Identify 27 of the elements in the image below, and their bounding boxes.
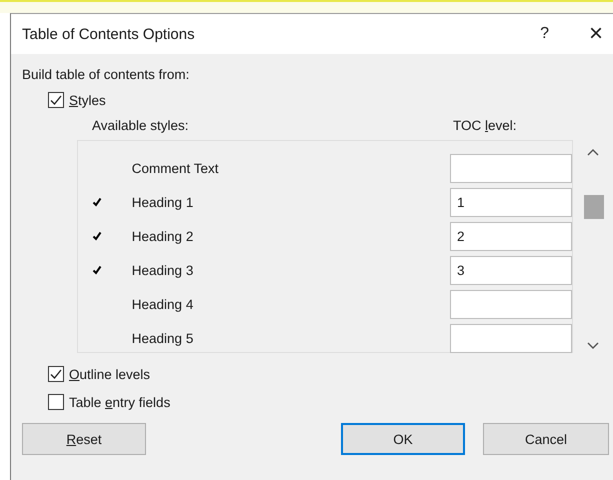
toc-level-field[interactable]: 1 — [450, 188, 572, 216]
column-header: Available styles: — [92, 118, 190, 135]
toc-level-field[interactable] — [450, 324, 572, 352]
scroll-thumb[interactable] — [584, 195, 604, 219]
style-name[interactable]: Heading 4 — [132, 296, 450, 312]
style-name[interactable]: Comment Text — [132, 160, 450, 176]
window-title: Table of Contents Options — [22, 26, 196, 42]
dialog-button[interactable]: Reset — [22, 423, 146, 455]
dialog-button[interactable]: OK — [341, 423, 465, 455]
styles-checkbox[interactable]: Styles — [48, 90, 613, 110]
toc-level-field[interactable]: 2 — [450, 222, 572, 250]
section-label: Build table of contents from: — [22, 66, 190, 84]
scroll-down-icon[interactable] — [587, 342, 599, 350]
style-name[interactable]: Heading 1 — [132, 194, 450, 210]
style-name[interactable]: Heading 5 — [132, 330, 450, 346]
style-name[interactable]: Heading 3 — [132, 262, 450, 278]
dialog-button[interactable]: Cancel — [483, 423, 609, 455]
column-header: TOC level: — [453, 118, 517, 135]
toc-level-field[interactable] — [450, 290, 572, 318]
scroll-up-icon[interactable] — [587, 148, 599, 156]
option-checkbox[interactable]: Outline levels — [48, 364, 613, 384]
toc-level-field[interactable] — [450, 154, 572, 182]
style-name[interactable]: Heading 2 — [132, 228, 450, 244]
toc-level-field[interactable]: 3 — [450, 256, 572, 284]
help-button[interactable]: ? — [540, 25, 549, 43]
close-button[interactable]: × — [588, 22, 603, 46]
option-checkbox[interactable]: Table entry fields — [48, 392, 613, 412]
